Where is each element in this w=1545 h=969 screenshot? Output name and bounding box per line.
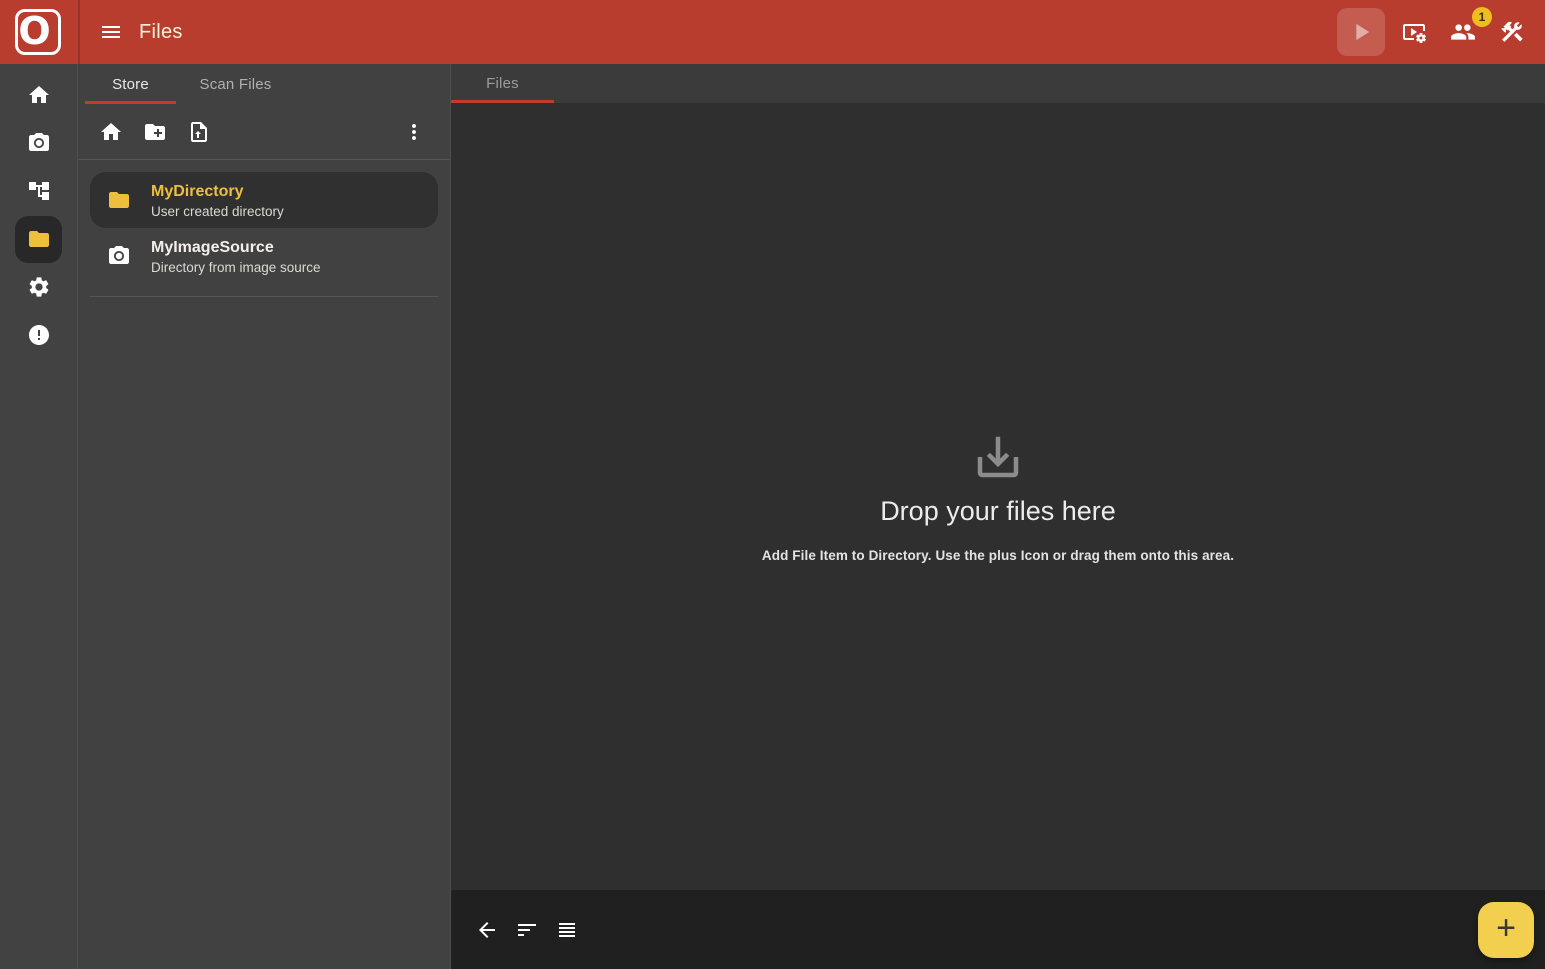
tools-button[interactable] (1492, 12, 1532, 52)
go-home-button[interactable] (91, 112, 131, 152)
run-button[interactable] (1337, 8, 1385, 56)
list-item[interactable]: MyDirectory User created directory (90, 172, 438, 228)
back-button[interactable] (475, 918, 499, 942)
sidebar-item-settings[interactable] (0, 263, 78, 311)
upload-file-icon (187, 120, 211, 144)
app-logo: O (15, 9, 61, 55)
dropzone-title: Drop your files here (762, 496, 1234, 527)
settings-icon (27, 275, 51, 299)
page-title: Files (139, 21, 183, 44)
app-window: O Files (0, 0, 1545, 969)
directory-list: MyDirectory User created directory MyIma… (78, 160, 450, 297)
store-panel-tabs: Store Scan Files (78, 64, 450, 104)
create-folder-icon (143, 120, 167, 144)
plus-icon: + (1496, 911, 1516, 945)
error-icon (27, 323, 51, 347)
sidebar-item-tree[interactable] (0, 167, 78, 215)
menu-icon (99, 20, 123, 44)
list-icon (555, 918, 579, 942)
files-main: Files Drop your files here Add File Item… (450, 64, 1545, 969)
folder-icon (107, 188, 131, 212)
sidebar-item-camera[interactable] (0, 119, 78, 167)
download-icon (762, 430, 1234, 484)
notification-badge: 1 (1472, 7, 1492, 27)
sidebar-item-files[interactable] (0, 215, 78, 263)
play-icon (1347, 18, 1375, 46)
tab-store[interactable]: Store (78, 64, 183, 104)
camera-icon (27, 131, 51, 155)
back-arrow-icon (475, 918, 499, 942)
tab-label: Store (112, 76, 149, 93)
list-view-button[interactable] (555, 918, 579, 942)
list-item-subtitle: User created directory (151, 204, 284, 219)
list-item-title: MyDirectory (151, 182, 284, 202)
dropzone-hint: Add File Item to Directory. Use the plus… (762, 548, 1234, 563)
camera-icon (107, 244, 131, 268)
people-icon (1450, 19, 1476, 45)
sidebar (0, 64, 78, 969)
sort-icon (515, 918, 539, 942)
list-item-title: MyImageSource (151, 238, 321, 258)
divider (78, 0, 80, 64)
dropzone-message: Drop your files here Add File Item to Di… (762, 430, 1234, 563)
list-item-text: MyDirectory User created directory (151, 182, 284, 219)
list-item-subtitle: Directory from image source (151, 260, 321, 275)
hamburger-menu-button[interactable] (91, 12, 131, 52)
active-tab-indicator (451, 100, 554, 103)
divider (90, 296, 438, 297)
logo-letter: O (18, 12, 50, 50)
home-icon (99, 120, 123, 144)
video-settings-button[interactable] (1394, 12, 1434, 52)
active-item-tile (15, 216, 62, 263)
sidebar-item-errors[interactable] (0, 311, 78, 359)
more-options-button[interactable] (394, 112, 434, 152)
add-file-fab[interactable]: + (1478, 902, 1534, 958)
home-icon (27, 83, 51, 107)
video-settings-icon (1402, 20, 1426, 44)
create-folder-button[interactable] (135, 112, 175, 152)
construction-icon (1499, 19, 1525, 45)
tab-label: Scan Files (199, 76, 271, 93)
files-tabs: Files (451, 64, 1545, 103)
upload-file-button[interactable] (179, 112, 219, 152)
sidebar-item-home[interactable] (0, 71, 78, 119)
users-button[interactable]: 1 (1443, 12, 1483, 52)
kebab-menu-icon (402, 120, 426, 144)
file-dropzone[interactable]: Drop your files here Add File Item to Di… (451, 103, 1545, 890)
tab-files[interactable]: Files (451, 64, 554, 103)
list-item[interactable]: MyImageSource Directory from image sourc… (90, 228, 438, 284)
body: Store Scan Files (0, 64, 1545, 969)
header-actions: 1 (1337, 8, 1545, 56)
active-tab-indicator (85, 101, 176, 104)
list-item-text: MyImageSource Directory from image sourc… (151, 238, 321, 275)
app-header: O Files (0, 0, 1545, 64)
tab-scan-files[interactable]: Scan Files (183, 64, 288, 104)
bottom-toolbar (451, 890, 1545, 969)
sort-button[interactable] (515, 918, 539, 942)
tab-label: Files (486, 75, 519, 92)
folder-icon (27, 227, 51, 251)
store-toolbar (78, 104, 450, 160)
tree-icon (27, 179, 51, 203)
store-panel: Store Scan Files (78, 64, 450, 969)
